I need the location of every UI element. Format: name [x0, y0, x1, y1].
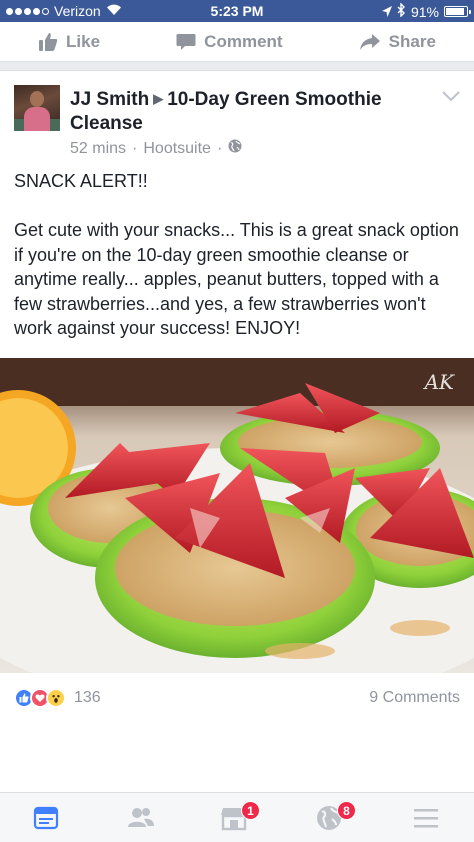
author-avatar[interactable] [14, 85, 60, 131]
post-meta: 52 mins · Hootsuite · [70, 139, 242, 158]
share-label: Share [388, 31, 436, 51]
bluetooth-icon [397, 2, 406, 20]
notifications-globe-icon [316, 806, 342, 835]
notifications-badge: 8 [337, 801, 356, 820]
marketplace-icon [220, 808, 248, 835]
menu-tab[interactable] [413, 805, 441, 831]
news-feed-icon [33, 806, 59, 835]
reactions-bar[interactable]: 136 9 Comments [0, 684, 474, 714]
meta-separator: · [132, 139, 138, 157]
like-label: Like [66, 31, 101, 51]
comment-label: Comment [204, 31, 283, 51]
marketplace-tab[interactable]: 1 [220, 801, 260, 831]
author-name[interactable]: JJ Smith [70, 89, 149, 110]
reaction-icons [14, 688, 66, 708]
menu-icon [413, 809, 439, 835]
triangle-right-icon: ▶ [153, 91, 164, 106]
reaction-count[interactable]: 136 [74, 689, 101, 707]
wow-icon [46, 688, 66, 708]
share-arrow-icon [359, 33, 381, 51]
battery-level [446, 8, 465, 15]
system-status: 91% [381, 2, 471, 20]
friends-icon [127, 808, 155, 835]
share-button[interactable]: Share [359, 32, 436, 52]
comment-count[interactable]: 9 Comments [369, 689, 460, 707]
status-bar: Verizon 5:23 PM 91% [0, 0, 474, 22]
thumbs-up-icon [38, 32, 58, 52]
like-button[interactable]: Like [38, 32, 100, 52]
post-photo[interactable] [0, 358, 474, 673]
post-options-chevron-icon[interactable] [442, 89, 460, 107]
post-action-bar: Like Comment Share [0, 22, 474, 62]
comment-button[interactable]: Comment [176, 31, 283, 52]
bottom-tab-bar: 1 8 [0, 792, 474, 842]
marketplace-badge: 1 [241, 801, 260, 820]
post-body-text: SNACK ALERT!! Get cute with your snacks.… [14, 171, 459, 387]
battery-icon [444, 6, 471, 17]
battery-percent: 91% [410, 3, 439, 20]
comment-bubble-icon [176, 33, 196, 51]
post-source: Hootsuite [143, 139, 211, 157]
friends-tab[interactable] [127, 805, 155, 831]
globe-icon [228, 139, 242, 158]
post-header: JJ Smith ▶ 10-Day Green Smoothie Cleanse [70, 87, 430, 136]
photo-watermark: AK [424, 370, 454, 394]
news-feed-tab[interactable] [33, 805, 61, 831]
notifications-tab[interactable]: 8 [316, 801, 356, 831]
location-icon [381, 4, 392, 20]
meta-separator: · [216, 139, 223, 157]
post-time[interactable]: 52 mins [70, 140, 126, 158]
